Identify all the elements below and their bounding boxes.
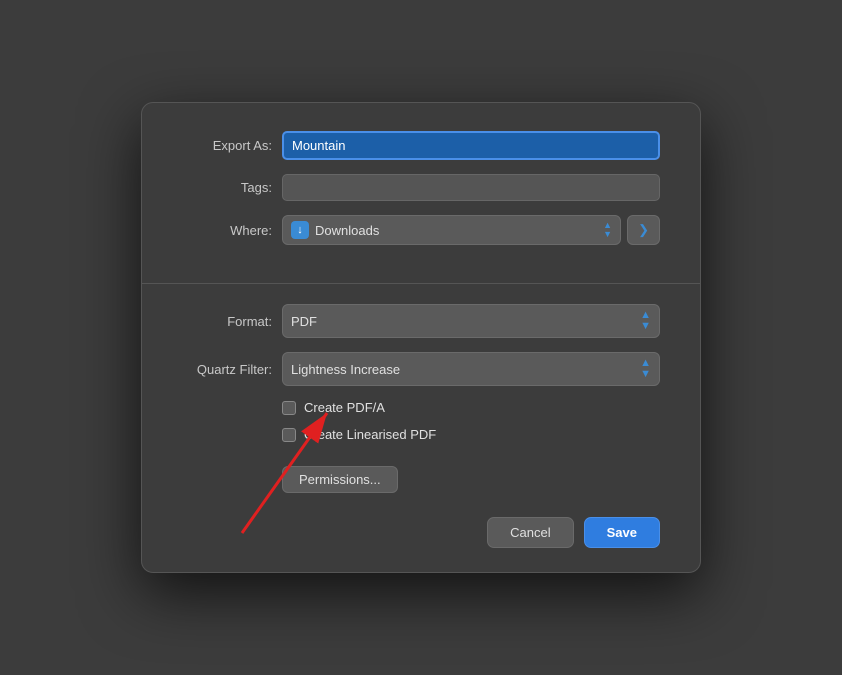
chevron-down-icon: ❯ <box>638 222 649 238</box>
create-linearised-checkbox[interactable] <box>282 428 296 442</box>
bottom-section: Format: PDF ▲ ▼ Quartz Filter: Lightness… <box>142 284 700 493</box>
export-as-input[interactable] <box>282 131 660 160</box>
format-row: Format: PDF ▲ ▼ <box>182 304 660 338</box>
permissions-label: Permissions... <box>299 472 381 487</box>
format-down-icon: ▼ <box>640 321 651 332</box>
tags-input[interactable] <box>282 174 660 201</box>
stepper-down-icon: ▼ <box>603 230 612 239</box>
format-stepper-arrows: ▲ ▼ <box>640 310 651 332</box>
format-select[interactable]: PDF ▲ ▼ <box>282 304 660 338</box>
quartz-stepper-arrows: ▲ ▼ <box>640 358 651 380</box>
where-value: Downloads <box>315 223 597 238</box>
create-pdfa-checkbox[interactable] <box>282 401 296 415</box>
downloads-icon <box>291 221 309 239</box>
create-pdfa-label: Create PDF/A <box>304 400 385 415</box>
create-linearised-row: Create Linearised PDF <box>282 427 660 442</box>
where-stepper-arrows: ▲ ▼ <box>603 221 612 239</box>
quartz-down-icon: ▼ <box>640 369 651 380</box>
permissions-button[interactable]: Permissions... <box>282 466 398 493</box>
quartz-filter-value: Lightness Increase <box>291 362 640 377</box>
quartz-filter-select[interactable]: Lightness Increase ▲ ▼ <box>282 352 660 386</box>
tags-row: Tags: <box>182 174 660 201</box>
tags-label: Tags: <box>182 180 272 195</box>
create-linearised-label: Create Linearised PDF <box>304 427 436 442</box>
quartz-filter-label: Quartz Filter: <box>182 362 272 377</box>
cancel-button[interactable]: Cancel <box>487 517 573 548</box>
export-as-label: Export As: <box>182 138 272 153</box>
where-chevron-button[interactable]: ❯ <box>627 215 660 245</box>
where-label: Where: <box>182 223 272 238</box>
where-select-wrapper: Downloads ▲ ▼ ❯ <box>282 215 660 245</box>
top-section: Export As: Tags: Where: Downloads ▲ ▼ <box>142 131 700 284</box>
export-dialog: Export As: Tags: Where: Downloads ▲ ▼ <box>141 102 701 573</box>
format-label: Format: <box>182 314 272 329</box>
where-select[interactable]: Downloads ▲ ▼ <box>282 215 621 245</box>
export-as-row: Export As: <box>182 131 660 160</box>
quartz-filter-row: Quartz Filter: Lightness Increase ▲ ▼ <box>182 352 660 386</box>
where-row: Where: Downloads ▲ ▼ ❯ <box>182 215 660 245</box>
format-value: PDF <box>291 314 640 329</box>
button-row: Cancel Save <box>142 493 700 548</box>
save-button[interactable]: Save <box>584 517 660 548</box>
create-pdfa-row: Create PDF/A <box>282 400 660 415</box>
